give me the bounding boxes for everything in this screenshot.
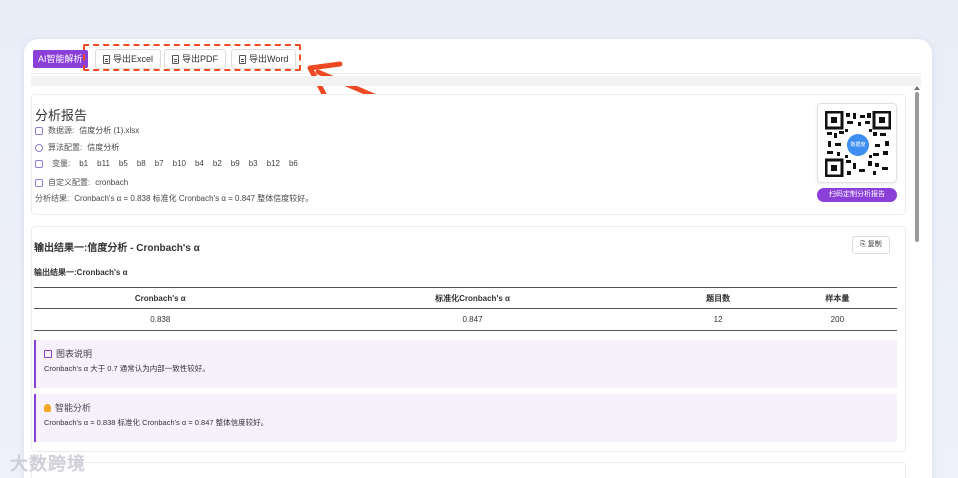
- var-item: b10: [172, 159, 186, 168]
- copy-button[interactable]: ⎘ 复制: [852, 236, 890, 254]
- qr-code: 数据度: [817, 103, 897, 183]
- var-item: b2: [212, 159, 222, 168]
- var-item: b8: [136, 159, 146, 168]
- chart-note: 图表说明 Cronbach's α 大于 0.7 通常认为内部一致性较好。: [34, 340, 897, 388]
- smart-analysis-title: 智能分析: [55, 403, 92, 413]
- result-title: 输出结果一:信度分析 - Cronbach's α: [34, 243, 200, 254]
- var-item: b5: [118, 159, 128, 168]
- lightbulb-icon: [44, 403, 51, 412]
- database-icon: [35, 126, 43, 135]
- hierarchy-icon: [35, 159, 43, 168]
- var-item: b9: [230, 159, 240, 168]
- analysis-result-row: 分析结果: Cronbach's α = 0.838 标准化 Cronbach'…: [35, 193, 313, 204]
- watermark: 大数跨境: [10, 454, 86, 474]
- custom-value: cronbach: [95, 178, 129, 187]
- smart-analysis-body: Cronbach's α = 0.838 标准化 Cronbach's α = …: [44, 418, 269, 427]
- copy-label: 复制: [867, 241, 882, 248]
- algo-label: 算法配置:: [48, 143, 83, 152]
- qr-badge: 数据度: [847, 134, 869, 156]
- copy-icon: ⎘: [860, 241, 866, 248]
- table-header: 题目数: [658, 287, 778, 309]
- result-subtitle: 输出结果一:Cronbach's α: [34, 268, 128, 277]
- result-table: Cronbach's α 标准化Cronbach's α 题目数 样本量 0.8…: [34, 287, 897, 331]
- scan-custom-report-button[interactable]: 扫码定制分析报告: [817, 188, 897, 202]
- var-item: b1: [79, 159, 89, 168]
- vars-row: 变量: b1 b11 b5 b8 b7 b10 b4 b2 b9 b3 b12 …: [35, 158, 302, 169]
- scroll-thumb[interactable]: [915, 92, 919, 242]
- source-row: 数据源: 信度分析 (1).xlsx: [35, 125, 139, 136]
- custom-label: 自定义配置:: [48, 178, 91, 187]
- result-card: 输出结果一:信度分析 - Cronbach's α ⎘ 复制 输出结果一:Cro…: [31, 226, 906, 452]
- chart-note-title: 图表说明: [56, 349, 93, 359]
- gear-icon: [35, 143, 43, 152]
- vars-label: 变量:: [52, 159, 71, 168]
- report-card: 分析报告 数据源: 信度分析 (1).xlsx 算法配置: 信度分析 变量: b…: [31, 94, 906, 215]
- custom-row: 自定义配置: cronbach: [35, 177, 128, 188]
- table-header-row: Cronbach's α 标准化Cronbach's α 题目数 样本量: [34, 287, 897, 309]
- result-label: 分析结果:: [35, 194, 70, 203]
- var-item: b4: [194, 159, 204, 168]
- report-title: 分析报告: [35, 108, 88, 123]
- algo-row: 算法配置: 信度分析: [35, 142, 119, 153]
- result-value: Cronbach's α = 0.838 标准化 Cronbach's α = …: [74, 194, 314, 203]
- next-result-card: [31, 462, 906, 478]
- highlight-box: [83, 44, 301, 71]
- table-header: 标准化Cronbach's α: [286, 287, 659, 309]
- table-cell: 200: [777, 308, 897, 331]
- toggle-icon: [35, 178, 43, 187]
- source-value: 信度分析 (1).xlsx: [79, 126, 140, 135]
- scrollbar[interactable]: [914, 86, 920, 466]
- ai-analysis-button[interactable]: AI智能解析: [33, 50, 88, 68]
- var-item: b7: [154, 159, 164, 168]
- var-item: b11: [97, 159, 110, 168]
- scroll-up-icon[interactable]: [914, 86, 920, 90]
- var-item: b12: [266, 159, 280, 168]
- table-row: 0.838 0.847 12 200: [34, 308, 897, 331]
- table-cell: 0.847: [286, 308, 659, 331]
- divider-strip: [31, 76, 921, 86]
- table-cell: 0.838: [34, 308, 287, 331]
- source-label: 数据源:: [48, 126, 75, 135]
- chart-note-body: Cronbach's α 大于 0.7 通常认为内部一致性较好。: [44, 364, 210, 373]
- var-item: b3: [248, 159, 258, 168]
- table-cell: 12: [658, 308, 778, 331]
- var-item: b6: [288, 159, 298, 168]
- smart-analysis-note: 智能分析 Cronbach's α = 0.838 标准化 Cronbach's…: [34, 394, 897, 442]
- chart-icon: [44, 349, 52, 358]
- table-header: 样本量: [777, 287, 897, 309]
- table-header: Cronbach's α: [34, 287, 287, 309]
- algo-value: 信度分析: [87, 143, 120, 152]
